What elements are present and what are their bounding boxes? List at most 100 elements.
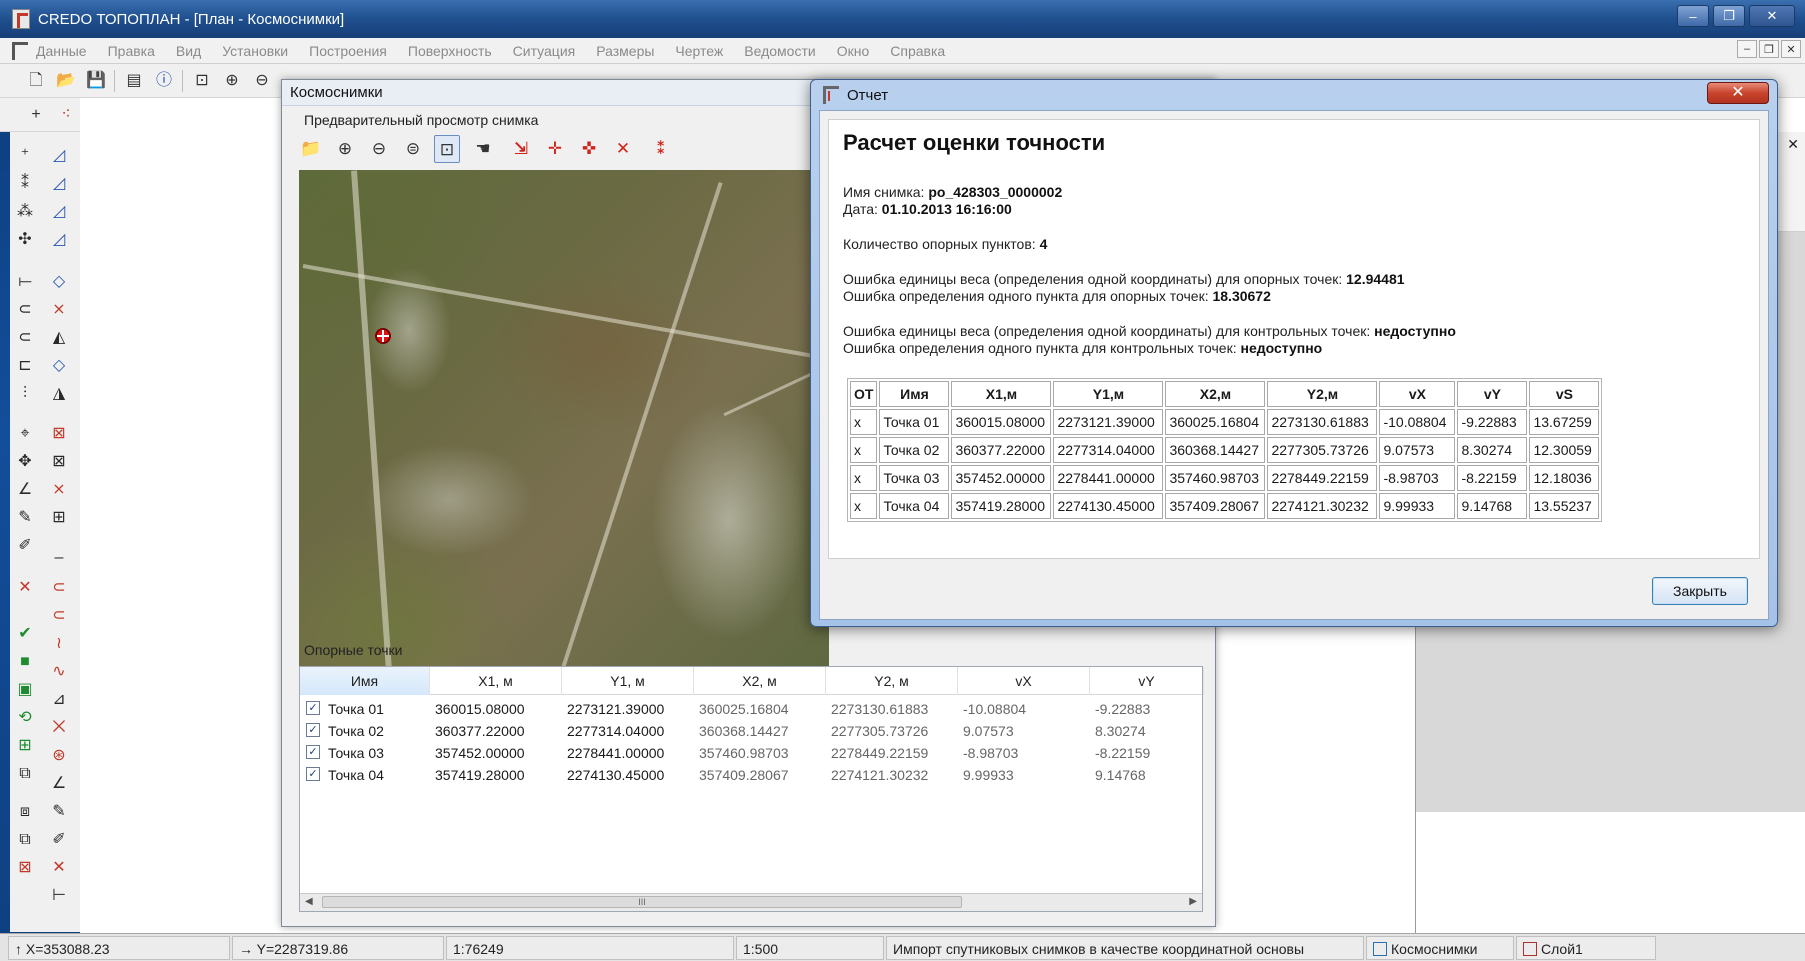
col-vx-header[interactable]: vX	[958, 667, 1090, 695]
col-vy-header[interactable]: vY	[1090, 667, 1204, 695]
point-tool-3-icon[interactable]: ⁂	[12, 200, 38, 224]
menu-window[interactable]: Окно	[837, 43, 870, 59]
delete-layer-icon[interactable]: ⊠	[12, 856, 38, 880]
square-tool-icon[interactable]: ■	[12, 650, 38, 674]
line-tool-icon[interactable]: ⟝	[12, 270, 38, 294]
grid-horizontal-scrollbar[interactable]: ◀ III ▶	[300, 893, 1202, 911]
open-image-icon[interactable]: 📁	[298, 135, 324, 163]
edit-tool-3-icon[interactable]: ✎	[46, 800, 72, 824]
status-layer-tab[interactable]: Космоснимки	[1366, 936, 1514, 960]
group-tool-icon[interactable]: ⧉	[12, 762, 38, 786]
report-close-x-button[interactable]: ✕	[1707, 82, 1769, 104]
maximize-button[interactable]: ❐	[1713, 5, 1745, 27]
col-x2-header[interactable]: X2, м	[694, 667, 826, 695]
col-name-header[interactable]: Имя	[300, 667, 430, 695]
ruler-tool-icon[interactable]: ⊢	[46, 884, 72, 908]
zoom-window-icon[interactable]: ⊡	[434, 135, 460, 163]
pan-hand-icon[interactable]: ☚	[470, 135, 496, 163]
point-checkbox[interactable]: ✓	[306, 701, 320, 715]
polygon-tool-3-icon[interactable]: ◿	[46, 200, 72, 224]
measure-tool-icon[interactable]: ⌖	[12, 422, 38, 446]
mdi-restore-button[interactable]: ❐	[1759, 40, 1779, 58]
delete-shape-icon[interactable]: ⊠	[46, 422, 72, 446]
point-cross-icon[interactable]: +	[26, 105, 46, 125]
menu-dimensions[interactable]: Размеры	[596, 43, 654, 59]
properties-icon[interactable]: ▤	[124, 71, 144, 91]
edit-tool-4-icon[interactable]: ✐	[46, 828, 72, 852]
edit-tool-2-icon[interactable]: ✐	[12, 534, 38, 558]
polygon-tool-4-icon[interactable]: ◿	[46, 228, 72, 252]
right-panel-close-icon[interactable]: ✕	[1787, 136, 1799, 153]
shape-tool-5-icon[interactable]: ⊿	[46, 688, 72, 712]
zoom-in-icon[interactable]: ⊕	[222, 71, 242, 91]
curve-tool-3-icon[interactable]: ∿	[46, 660, 72, 684]
remove-tool-2-icon[interactable]: ✕	[46, 856, 72, 880]
arc-tool-icon[interactable]: ⊂	[46, 576, 72, 600]
add-tool-icon[interactable]: ⊞	[12, 734, 38, 758]
layers-tool-icon[interactable]: ⧈	[12, 800, 38, 824]
zoom-in-icon[interactable]: ⊕	[332, 135, 358, 163]
zoom-out-icon[interactable]: ⊖	[366, 135, 392, 163]
mdi-minimize-button[interactable]: –	[1737, 40, 1757, 58]
move-point-icon[interactable]: ✜	[576, 135, 602, 163]
col-y2-header[interactable]: Y2, м	[826, 667, 958, 695]
rhombus-tool-icon[interactable]: ◇	[46, 270, 72, 294]
wave-tool-icon[interactable]: ≀	[46, 632, 72, 656]
scroll-right-icon[interactable]: ▶	[1189, 896, 1197, 907]
shape-tool-icon[interactable]: ◭	[46, 326, 72, 350]
menu-settings[interactable]: Установки	[222, 43, 288, 59]
menu-surface[interactable]: Поверхность	[408, 43, 492, 59]
check-tool-icon[interactable]: ✔	[12, 622, 38, 646]
angle-tool-icon[interactable]: ∠	[12, 478, 38, 502]
menu-reports[interactable]: Ведомости	[744, 43, 815, 59]
table-row[interactable]: ✓ Точка 04 357419.28000 2274130.45000 35…	[300, 764, 1202, 786]
table-row[interactable]: ✓ Точка 02 360377.22000 2277314.04000 36…	[300, 720, 1202, 742]
edit-tool-icon[interactable]: ✎	[12, 506, 38, 530]
shape-tool-4-icon[interactable]: ⊠	[46, 450, 72, 474]
cross-tool-icon[interactable]: ⨉	[46, 716, 72, 740]
polyline-tool-2-icon[interactable]: ⫶	[12, 382, 38, 406]
menu-help[interactable]: Справка	[890, 43, 945, 59]
dash-tool-icon[interactable]: –	[46, 546, 72, 570]
polygon-tool-icon[interactable]: ◿	[46, 144, 72, 168]
points-scatter-icon[interactable]: ⁖	[56, 105, 76, 125]
angle-tool-2-icon[interactable]: ∠	[46, 772, 72, 796]
zoom-fit-icon[interactable]: ⊜	[400, 135, 426, 163]
save-icon[interactable]: 💾	[86, 71, 106, 91]
scroll-thumb[interactable]: III	[322, 896, 962, 908]
target-tool-icon[interactable]: ✥	[12, 450, 38, 474]
polyline-tool-icon[interactable]: ⊏	[12, 354, 38, 378]
select-point-icon[interactable]: ⇲	[508, 135, 534, 163]
remove-tool-icon[interactable]: ✕	[12, 576, 38, 600]
point-checkbox[interactable]: ✓	[306, 767, 320, 781]
square-tool-2-icon[interactable]: ▣	[12, 678, 38, 702]
new-file-icon[interactable]: 🗋	[26, 71, 46, 91]
col-y1-header[interactable]: Y1, м	[562, 667, 694, 695]
point-checkbox[interactable]: ✓	[306, 745, 320, 759]
zoom-window-icon[interactable]: ⊡	[192, 71, 212, 91]
close-button[interactable]: Закрыть	[1652, 577, 1748, 605]
menu-edit[interactable]: Правка	[108, 43, 155, 59]
table-row[interactable]: ✓ Точка 01 360015.08000 2273121.39000 36…	[300, 698, 1202, 720]
delete-tool-icon[interactable]: ⨯	[46, 478, 72, 502]
menu-data[interactable]: Данные	[36, 43, 87, 59]
layers-tool-2-icon[interactable]: ⧉	[12, 828, 38, 852]
info-icon[interactable]: ⓘ	[154, 71, 174, 91]
scroll-left-icon[interactable]: ◀	[305, 896, 313, 907]
menu-situation[interactable]: Ситуация	[513, 43, 576, 59]
col-x1-header[interactable]: X1, м	[430, 667, 562, 695]
control-point-marker[interactable]	[375, 328, 391, 344]
table-row[interactable]: ✓ Точка 03 357452.00000 2278441.00000 35…	[300, 742, 1202, 764]
menu-drawing[interactable]: Чертеж	[675, 43, 723, 59]
minimize-button[interactable]: –	[1677, 5, 1709, 27]
curve-tool-2-icon[interactable]: ⊂	[12, 326, 38, 350]
zoom-out-icon[interactable]: ⊖	[252, 71, 272, 91]
menu-constructions[interactable]: Построения	[309, 43, 387, 59]
point-tool-icon[interactable]: ⁺	[12, 144, 38, 168]
menu-view[interactable]: Вид	[176, 43, 201, 59]
open-folder-icon[interactable]: 📂	[56, 71, 76, 91]
arc-tool-2-icon[interactable]: ⊂	[46, 604, 72, 628]
cross-line-tool-icon[interactable]: ⨯	[46, 298, 72, 322]
delete-point-icon[interactable]: ✕	[610, 135, 636, 163]
point-checkbox[interactable]: ✓	[306, 723, 320, 737]
